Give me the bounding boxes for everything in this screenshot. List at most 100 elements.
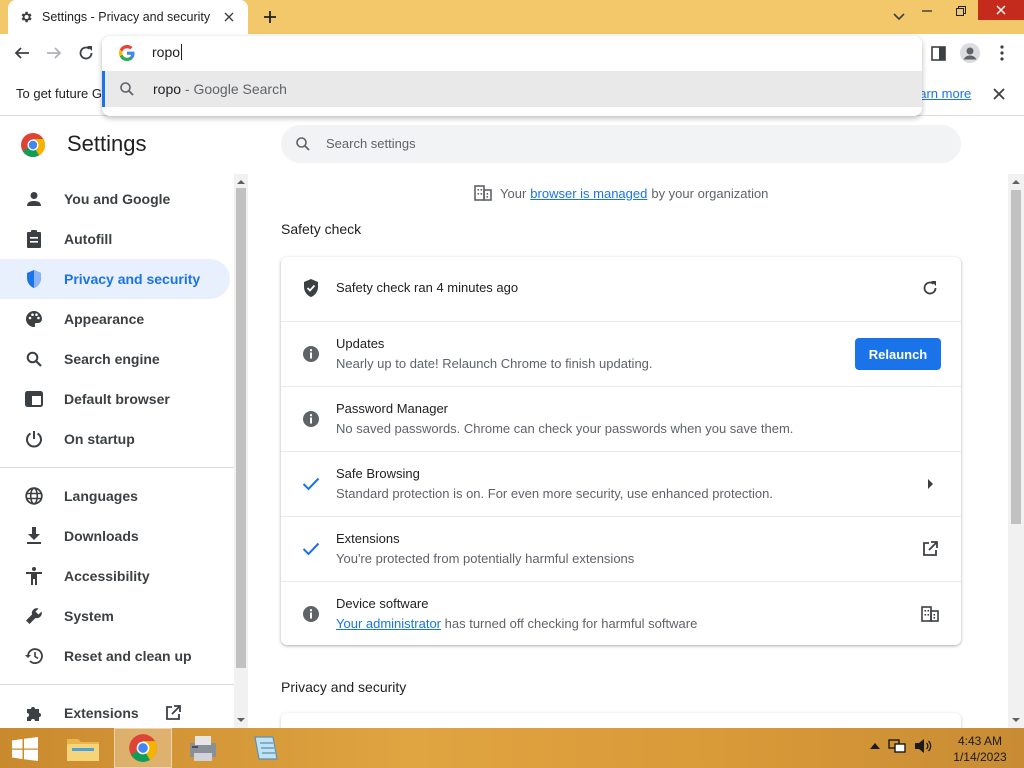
sidebar-item-privacy-and-security[interactable]: Privacy and security bbox=[0, 259, 230, 299]
sidebar-item-appearance[interactable]: Appearance bbox=[0, 299, 230, 339]
sidebar-item-accessibility[interactable]: Accessibility bbox=[0, 556, 230, 596]
main-scrollbar[interactable] bbox=[1008, 174, 1024, 728]
chevron-down-icon[interactable] bbox=[888, 6, 910, 28]
tab-settings[interactable]: Settings - Privacy and security bbox=[8, 0, 248, 34]
password-manager-title: Password Manager bbox=[336, 401, 448, 416]
network-icon[interactable] bbox=[888, 738, 906, 754]
window-close-icon[interactable] bbox=[978, 0, 1024, 20]
chrome-logo-icon bbox=[21, 133, 46, 158]
person-icon bbox=[24, 189, 44, 209]
password-manager-subtitle: No saved passwords. Chrome can check you… bbox=[336, 421, 794, 436]
search-suggestion[interactable]: ropo - Google Search bbox=[102, 71, 922, 107]
sidebar-item-autofill[interactable]: Autofill bbox=[0, 219, 230, 259]
check-icon bbox=[301, 474, 321, 494]
download-icon bbox=[24, 526, 44, 546]
relaunch-button[interactable]: Relaunch bbox=[855, 338, 941, 370]
sidebar-item-default-browser[interactable]: Default browser bbox=[0, 379, 230, 419]
building-icon bbox=[474, 185, 492, 201]
history-icon bbox=[24, 646, 44, 666]
updates-subtitle: Nearly up to date! Relaunch Chrome to fi… bbox=[336, 356, 653, 371]
search-icon bbox=[296, 137, 310, 151]
managed-notice: Your browser is managed by your organiza… bbox=[474, 185, 768, 201]
printer-app-icon[interactable] bbox=[174, 728, 232, 768]
sidebar-item-languages[interactable]: Languages bbox=[0, 476, 230, 516]
chrome-taskbar-icon[interactable] bbox=[114, 728, 172, 768]
search-icon bbox=[24, 349, 44, 369]
extensions-row: Extensions You're protected from potenti… bbox=[281, 516, 961, 581]
address-input[interactable]: ropo bbox=[152, 44, 183, 60]
open-in-new-icon bbox=[165, 705, 181, 721]
safety-check-status: Safety check ran 4 minutes ago bbox=[336, 280, 519, 295]
updates-title: Updates bbox=[336, 336, 385, 351]
open-in-new-icon[interactable] bbox=[919, 538, 941, 560]
sidebar-item-on-startup[interactable]: On startup bbox=[0, 419, 230, 459]
close-icon[interactable] bbox=[990, 85, 1008, 103]
sidebar-scrollbar[interactable] bbox=[234, 174, 248, 728]
sidebar-divider bbox=[0, 684, 234, 685]
safety-check-card: Safety check ran 4 minutes ago Updates N… bbox=[281, 257, 961, 645]
main-scroll-thumb[interactable] bbox=[1011, 190, 1021, 524]
privacy-card bbox=[281, 713, 961, 728]
safe-browsing-row[interactable]: Safe Browsing Standard protection is on.… bbox=[281, 451, 961, 516]
globe-icon bbox=[24, 486, 44, 506]
sidebar-item-you-and-google[interactable]: You and Google bbox=[0, 179, 230, 219]
sidebar-divider bbox=[0, 467, 234, 468]
safety-check-heading: Safety check bbox=[281, 221, 362, 237]
updates-row: Updates Nearly up to date! Relaunch Chro… bbox=[281, 321, 961, 386]
info-icon bbox=[301, 344, 321, 364]
search-placeholder: Search settings bbox=[326, 136, 416, 151]
browser-icon bbox=[24, 389, 44, 409]
forward-icon[interactable] bbox=[42, 41, 66, 65]
minimize-icon[interactable] bbox=[910, 0, 944, 22]
privacy-and-security-heading: Privacy and security bbox=[281, 679, 407, 695]
puzzle-icon bbox=[24, 703, 44, 723]
info-icon bbox=[301, 604, 321, 624]
search-icon bbox=[120, 82, 134, 96]
extensions-subtitle: You're protected from potentially harmfu… bbox=[336, 551, 635, 566]
browser-managed-link[interactable]: browser is managed bbox=[530, 186, 647, 201]
extensions-title: Extensions bbox=[336, 531, 400, 546]
back-icon[interactable] bbox=[10, 41, 34, 65]
device-software-row: Device software Your administrator has t… bbox=[281, 581, 961, 646]
volume-icon[interactable] bbox=[914, 738, 932, 754]
safe-browsing-subtitle: Standard protection is on. For even more… bbox=[336, 486, 773, 501]
clipboard-icon bbox=[24, 229, 44, 249]
sidebar-item-system[interactable]: System bbox=[0, 596, 230, 636]
reload-icon[interactable] bbox=[74, 41, 98, 65]
profile-avatar-icon[interactable] bbox=[958, 41, 982, 65]
suggestion-text: ropo - Google Search bbox=[153, 81, 287, 97]
google-g-icon bbox=[118, 44, 135, 61]
taskbar-clock[interactable]: 4:43 AM 1/14/2023 bbox=[948, 733, 1012, 765]
tab-title: Settings - Privacy and security bbox=[42, 10, 211, 24]
plus-icon[interactable] bbox=[258, 6, 282, 28]
more-vert-icon[interactable] bbox=[990, 41, 1014, 65]
shield-check-icon bbox=[301, 278, 321, 298]
window-controls bbox=[910, 0, 1024, 34]
infobar-text: To get future G bbox=[16, 86, 102, 101]
sidebar-item-search-engine[interactable]: Search engine bbox=[0, 339, 230, 379]
arrow-right-icon[interactable] bbox=[919, 473, 941, 495]
title-bar: Settings - Privacy and security bbox=[0, 0, 1024, 34]
building-icon bbox=[919, 603, 941, 625]
sidebar-item-downloads[interactable]: Downloads bbox=[0, 516, 230, 556]
omnibox-dropdown: ropo ropo - Google Search bbox=[102, 36, 922, 116]
close-icon[interactable] bbox=[220, 8, 238, 26]
sidebar-item-reset-and-clean-up[interactable]: Reset and clean up bbox=[0, 636, 230, 676]
search-settings-input[interactable]: Search settings bbox=[281, 125, 961, 163]
safe-browsing-title: Safe Browsing bbox=[336, 466, 420, 481]
notepad-app-icon[interactable] bbox=[236, 728, 294, 768]
sidebar-scroll-thumb[interactable] bbox=[236, 188, 246, 668]
sidebar-item-extensions[interactable]: Extensions bbox=[0, 693, 230, 728]
file-explorer-icon[interactable] bbox=[54, 728, 112, 768]
side-panel-icon[interactable] bbox=[926, 41, 950, 65]
chevron-up-icon[interactable] bbox=[870, 743, 880, 749]
restore-icon[interactable] bbox=[944, 0, 978, 22]
refresh-icon[interactable] bbox=[919, 277, 941, 299]
accessibility-icon bbox=[24, 566, 44, 586]
page-title: Settings bbox=[67, 131, 147, 156]
settings-page: Settings Search settings You and Google … bbox=[0, 117, 1024, 728]
address-bar[interactable]: ropo bbox=[102, 36, 922, 70]
administrator-link[interactable]: Your administrator bbox=[336, 616, 441, 631]
device-software-title: Device software bbox=[336, 596, 429, 611]
windows-start-icon[interactable] bbox=[6, 734, 44, 764]
